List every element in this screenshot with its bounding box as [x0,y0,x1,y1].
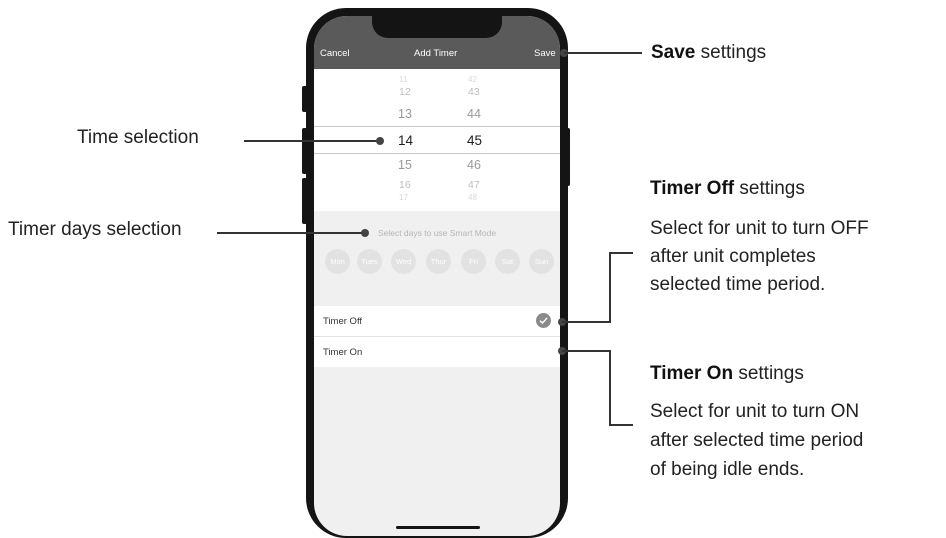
timer-off-label: Timer Off [323,316,363,327]
timer-on-row[interactable]: Timer On [314,337,560,367]
timer-off-annotation-bold: Timer Off [650,178,735,199]
minute-option[interactable]: 48 [468,193,477,202]
phone-side-button [302,86,307,112]
phone-notch [372,16,502,38]
minute-option[interactable]: 44 [467,107,481,121]
timer-on-annotation-bold: Timer On [650,363,734,384]
hour-option[interactable]: 16 [399,179,411,191]
timer-off-annotation-rest: settings [734,178,805,199]
time-selection-annotation: Time selection [77,127,199,148]
day-wed[interactable]: Wed [391,249,416,274]
day-thur[interactable]: Thur [426,249,451,274]
phone-screen: Cancel Add Timer Save 11 12 13 14 15 16 … [314,16,560,536]
minute-option[interactable]: 42 [468,75,477,84]
timer-on-label: Timer On [323,347,363,358]
cancel-button[interactable]: Cancel [320,48,350,59]
picker-selection-line [314,153,560,154]
timer-on-callout-line [609,424,633,426]
timer-on-desc-line: after selected time period [650,430,864,451]
hour-option[interactable]: 17 [399,193,408,202]
hour-option[interactable]: 11 [399,75,407,84]
nav-title: Add Timer [414,48,458,59]
phone-power-button [565,128,570,186]
timer-on-annotation-rest: settings [733,363,804,384]
phone-volume-down-button [302,178,307,224]
days-selection-annotation: Timer days selection [8,219,182,240]
hour-selected[interactable]: 14 [398,133,413,148]
timer-off-row[interactable]: Timer Off [314,306,560,336]
timer-on-annotation-title: Timer On settings [650,363,804,385]
home-indicator [396,526,480,529]
days-callout-line [217,232,364,234]
day-tues[interactable]: Tues [357,249,382,274]
timer-off-desc-line: Select for unit to turn OFF [650,218,869,239]
timer-off-callout-line [609,252,611,323]
timer-off-desc-line: after unit completes [650,246,816,267]
timer-off-callout-line [562,321,611,323]
timer-on-desc-line: Select for unit to turn ON [650,401,860,422]
day-mon[interactable]: Mon [325,249,350,274]
day-sat[interactable]: Sat [495,249,520,274]
minute-option[interactable]: 46 [467,158,481,172]
phone-volume-up-button [302,128,307,174]
timer-on-desc-line: of being idle ends. [650,459,805,480]
save-button[interactable]: Save [534,48,556,59]
picker-selection-line [314,126,560,127]
minute-selected[interactable]: 45 [467,133,482,148]
save-annotation-bold: Save [651,42,696,63]
save-settings-annotation: Save settings [651,42,766,64]
timer-off-annotation-title: Timer Off settings [650,178,805,200]
time-callout-dot [376,137,384,145]
hour-option[interactable]: 12 [399,86,411,98]
check-icon [536,313,551,328]
timer-off-desc-line: selected time period. [650,274,826,295]
save-annotation-rest: settings [695,42,767,63]
days-callout-dot [361,229,369,237]
minute-option[interactable]: 43 [468,86,480,98]
day-sun[interactable]: Sun [529,249,554,274]
timer-on-callout-line [609,350,611,426]
timer-off-callout-line [609,252,633,254]
timer-on-callout-line [562,350,611,352]
minute-option[interactable]: 47 [468,179,480,191]
hour-option[interactable]: 15 [398,158,412,172]
time-callout-line [244,140,378,142]
hour-option[interactable]: 13 [398,107,412,121]
save-callout-line [564,52,642,54]
day-fri[interactable]: Fri [461,249,486,274]
